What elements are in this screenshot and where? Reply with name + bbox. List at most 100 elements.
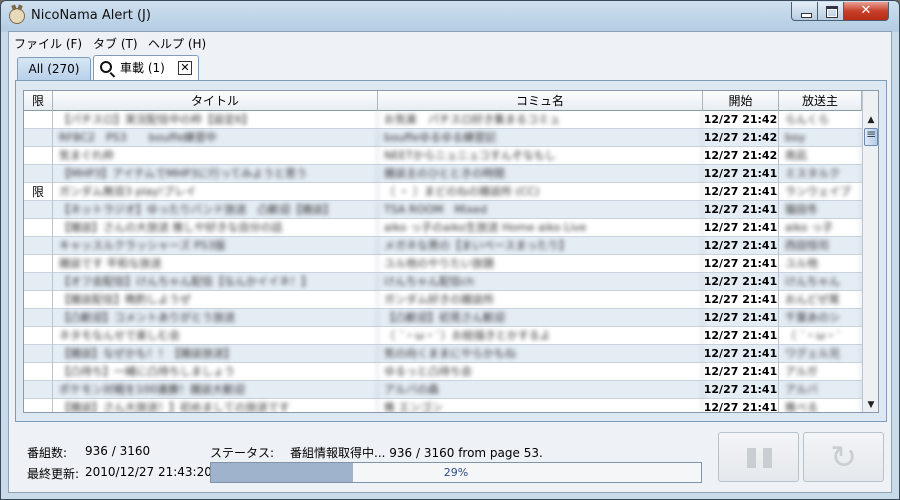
cell-title: RFBC2 PS3 bouffe練習中 [53,129,378,147]
cell-title: 【パチスロ】実況配信中の枠【設定6】 [53,111,378,129]
table-row[interactable]: 【凸歓迎】コメントありがとう放送 【凸歓迎】初見さん歓迎 12/27 21:41 千葉… [24,309,862,327]
scroll-up-icon[interactable]: ▲ [864,112,878,128]
cell-host: おんどぜ尾 [779,291,862,309]
cell-title: ガンダム無双3 play!プレイ [53,183,378,201]
table-row[interactable]: 【雑談配信】晩酌しようぜ ガンダム好きの雑談所 12/27 21:41 おんどぜ尾 [24,291,862,309]
cell-community: アルバの森 [378,381,703,399]
reload-button[interactable]: ↻ [803,432,884,482]
cell-community: TSA ROOM Mixed [378,201,703,219]
table-row[interactable]: 【パチスロ】実況配信中の枠【設定6】 お気楽 パチスロ好き集まるコミュ 12/27 … [24,111,862,129]
table-row[interactable]: 雑談です 平和な放送 ユル他のやりたい放題 12/27 21:41 ユル他 [24,255,862,273]
cell-limit [24,165,53,183]
table-row[interactable]: 【ネットラジオ】ゆったりバンド放送 凸歓迎【雑談】 TSA ROOM Mixed 1… [24,201,862,219]
table-row[interactable]: 【凸待ち】一緒に凸待ちしましょう ゆるっと凸待ち会 12/27 21:41 アルガ [24,363,862,381]
progress-bar: 29% [210,462,702,483]
cell-title: 気まぐれ枠 [53,147,378,165]
cell-start: 12/27 21:41 [703,255,779,273]
cell-host: 南凪 [779,147,862,165]
column-header-limit[interactable]: 限 [24,91,53,111]
cell-limit [24,237,53,255]
niconama-icon [9,8,25,24]
cell-start: 12/27 21:41 [703,273,779,291]
close-window-button[interactable] [843,2,889,21]
column-header-host[interactable]: 放送主 [779,91,862,111]
cell-title: キャッスルクラッシャーズ PS3版 [53,237,378,255]
client-area: ファイル (F) タブ (T) ヘルプ (H) All (270) 車載 (1)… [8,31,892,493]
table-row[interactable]: 【オフ会配信】けんちゃん配信【なんかイイネ！】 けんちゃん配信ch 12/27 21… [24,273,862,291]
cell-title: 【オフ会配信】けんちゃん配信【なんかイイネ！】 [53,273,378,291]
cell-start: 12/27 21:41 [703,291,779,309]
table-header: 限 タイトル コミュ名 開始 放送主 [24,91,862,111]
column-header-community[interactable]: コミュ名 [378,91,703,111]
cell-limit [24,111,53,129]
vertical-scrollbar[interactable]: ▲ ▼ [862,91,878,412]
cell-start: 12/27 21:42 [703,129,779,147]
minimize-button[interactable] [791,2,818,21]
cell-title: ネタモなんせで楽しむ会 [53,327,378,345]
tab-close-icon[interactable]: ✕ [178,61,192,75]
cell-community: けんちゃん配信ch [378,273,703,291]
table-row[interactable]: ポケモン対戦を100連勝！雑談大歓迎 アルバの森 12/27 21:41 アルバ [24,381,862,399]
cell-limit: 限 [24,183,53,201]
menu-tab[interactable]: タブ (T) [93,35,138,52]
cell-title: ポケモン対戦を100連勝！雑談大歓迎 [53,381,378,399]
cell-start: 12/27 21:41 [703,165,779,183]
cell-community: ガンダム好きの雑談所 [378,291,703,309]
cell-limit [24,219,53,237]
table-row[interactable]: 【MHP3】アイテムでMHP3に行ってみようと思う 雑談主のひとときの時間 12/2… [24,165,862,183]
cell-title: 雑談です 平和な放送 [53,255,378,273]
cell-community: 雑談主のひとときの時間 [378,165,703,183]
cell-start: 12/27 21:41 [703,237,779,255]
maximize-button[interactable] [817,2,844,21]
menu-file[interactable]: ファイル (F) [14,35,82,52]
table-row[interactable]: 【雑談】さん大放送！】初めましての放送です推 エンゴン 12/27 21:41 推べ… [24,399,862,412]
cell-start: 12/27 21:41 [703,219,779,237]
cell-start: 12/27 21:41 [703,363,779,381]
cell-limit [24,345,53,363]
tab-search-label: 車載 (1) [120,61,165,75]
menu-help[interactable]: ヘルプ (H) [148,35,206,52]
cell-community: ユル他のやりたい放題 [378,255,703,273]
cell-host: 西田恒司 [779,237,862,255]
cell-limit [24,381,53,399]
table-row[interactable]: 気まぐれ枠 NEETからニュニュコすんぞなもし 12/27 21:42 南凪 [24,147,862,165]
title-bar[interactable]: NicoNama Alert (J) [1,1,899,31]
cell-start: 12/27 21:41 [703,399,779,412]
cell-host: boy [779,129,862,147]
cell-community: 気の向くままにやらかもね [378,345,703,363]
cell-start: 12/27 21:41 [703,201,779,219]
table-row[interactable]: 【雑談】さんの大放送 推しや好きな自分の話 aiko っ子のaiko生放送 Hom… [24,219,862,237]
column-header-title[interactable]: タイトル [53,91,378,111]
table-row[interactable]: ネタモなんせで楽しむ会（ ´・ω・`）お絵描きとかするよ 12/27 21:41 （… [24,327,862,345]
window-title: NicoNama Alert (J) [31,8,151,23]
cell-limit [24,201,53,219]
program-table: 限 タイトル コミュ名 開始 放送主 【パチスロ】実況配信中の枠【設定6】 お気楽… [23,90,879,413]
menu-bar: ファイル (F) タブ (T) ヘルプ (H) [9,32,891,54]
cell-community: お気楽 パチスロ好き集まるコミュ [378,111,703,129]
cell-host: 猫田冬 [779,201,862,219]
cell-community: bouffeゆるゆる練習記 [378,129,703,147]
scroll-thumb[interactable] [864,127,878,146]
scroll-down-icon[interactable]: ▼ [864,397,878,412]
pause-button[interactable] [718,432,799,482]
search-icon [100,61,112,73]
cell-community: ゆるっと凸待ち会 [378,363,703,381]
app-window: NicoNama Alert (J) ファイル (F) タブ (T) ヘルプ (… [0,0,900,500]
cell-title: 【雑談】さんの大放送 推しや好きな自分の話 [53,219,378,237]
progress-text: 29% [443,466,469,479]
column-header-start[interactable]: 開始 [703,91,779,111]
table-row[interactable]: キャッスルクラッシャーズ PS3版 メガネな男の【まいペースまったり】 12/27 … [24,237,862,255]
cell-title: 【MHP3】アイテムでMHP3に行ってみようと思う [53,165,378,183]
cell-host: ランウェイブ [779,183,862,201]
tab-all[interactable]: All (270) [17,57,91,81]
table-row[interactable]: RFBC2 PS3 bouffe練習中 bouffeゆるゆる練習記 12/27 21… [24,129,862,147]
tab-search[interactable]: 車載 (1) ✕ [93,55,199,81]
table-row[interactable]: 限ガンダム無双3 play!プレイ（ ・ ）まどのねの雑談所 (CC) 12/27… [24,183,862,201]
cell-limit [24,399,53,412]
cell-host: aiko っ子 [779,219,862,237]
cell-host: 推べる [779,399,862,412]
cell-host: らんくら [779,111,862,129]
cell-title: 【雑談】なぜかも！！【雑談放送】 [53,345,378,363]
table-row[interactable]: 【雑談】なぜかも！！【雑談放送】 気の向くままにやらかもね 12/27 21:41 ワ… [24,345,862,363]
cell-community: （ ´・ω・`）お絵描きとかするよ [378,327,703,345]
